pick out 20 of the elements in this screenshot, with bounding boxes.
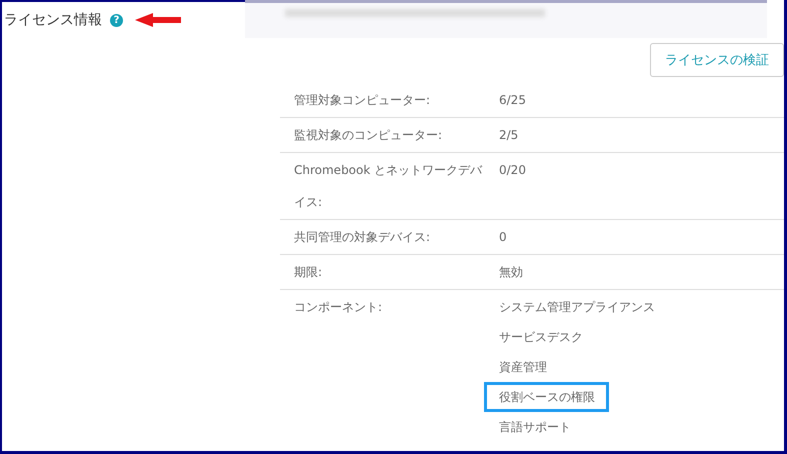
arrow-icon [135,13,181,27]
component-item: 役割ベースの権限 [484,382,609,412]
help-icon[interactable]: ? [110,14,123,26]
detail-label: コンポーネント: [294,300,382,314]
detail-value: 0 [499,230,507,244]
detail-value: 無効 [499,265,523,279]
detail-value: 0/20 [499,163,526,177]
detail-value: 2/5 [499,128,518,142]
section-title: ライセンス情報 [4,11,102,29]
component-item: 言語サポート [498,419,572,436]
detail-label: 監視対象のコンピューター: [294,128,442,142]
component-item: システム管理アプライアンス [498,299,656,316]
component-item: 資産管理 [498,359,548,376]
detail-label: 管理対象コンピューター: [294,93,430,107]
detail-label: 期限: [294,265,322,279]
detail-label: 共同管理の対象デバイス: [294,230,430,244]
detail-label: Chromebook とネットワークデバイス: [294,163,482,209]
component-item: サービスデスク [498,329,584,346]
verify-license-button[interactable]: ライセンスの検証 [650,43,784,77]
detail-value: 6/25 [499,93,526,107]
